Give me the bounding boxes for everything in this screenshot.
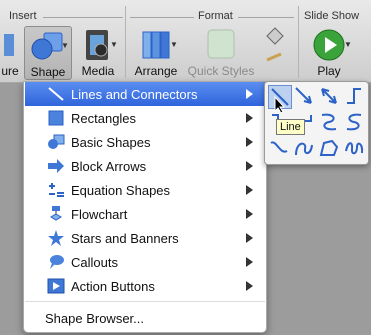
mouse-pointer-icon	[274, 96, 286, 114]
film-icon	[86, 30, 108, 60]
picture-icon	[4, 34, 14, 56]
group-title-insert: Insert	[9, 10, 37, 22]
divider	[298, 6, 299, 78]
group-line	[43, 17, 123, 18]
play-icon	[313, 29, 345, 61]
submenu-arrow-icon	[246, 257, 253, 267]
submenu-arrow-icon	[246, 185, 253, 195]
menu-item-lines-and-connectors[interactable]: Lines and Connectors	[25, 82, 265, 106]
fill-color-button[interactable]	[258, 26, 292, 78]
menu-item-label: Equation Shapes	[71, 183, 171, 198]
submenu-arrow-icon	[246, 281, 253, 291]
action-button-icon	[47, 278, 65, 294]
shape-browser-item[interactable]: Shape Browser...	[45, 311, 144, 326]
flowchart-icon	[50, 206, 62, 221]
menu-item-equation-shapes[interactable]: Equation Shapes	[25, 178, 265, 202]
submenu-arrow-icon	[246, 113, 253, 123]
arrange-button[interactable]: ▼ Arrange	[132, 26, 180, 78]
menu-item-label: Basic Shapes	[71, 135, 151, 150]
ribbon: Insert Format Slide Show ure ▼ Shape ▼ M…	[0, 0, 371, 83]
menu-item-label: Rectangles	[71, 111, 137, 126]
group-line	[130, 17, 194, 18]
curved-arrow-shape-icon[interactable]	[343, 111, 365, 133]
menu-separator	[25, 301, 265, 302]
submenu-arrow-icon	[246, 89, 253, 99]
curve-shape-icon[interactable]	[293, 137, 315, 159]
group-title-format: Format	[198, 10, 233, 22]
arrange-icon	[142, 31, 170, 59]
chevron-down-icon: ▼	[170, 40, 178, 49]
double-arrow-shape-icon[interactable]	[318, 85, 340, 107]
submenu-arrow-icon	[246, 161, 253, 171]
menu-item-label: Action Buttons	[71, 279, 155, 294]
quick-styles-icon	[207, 29, 235, 59]
group-line	[238, 17, 294, 18]
paint-bucket-icon	[265, 27, 285, 62]
arrow-shape-icon[interactable]	[293, 85, 315, 107]
menu-item-label: Flowchart	[71, 207, 128, 222]
media-button[interactable]: ▼ Media	[76, 26, 120, 78]
chevron-down-icon: ▼	[110, 40, 118, 49]
curved-connector-shape-icon[interactable]	[318, 111, 340, 133]
submenu-arrow-icon	[246, 137, 253, 147]
scribble-shape-icon[interactable]	[343, 137, 365, 159]
freeform-shape-icon[interactable]	[318, 137, 340, 159]
menu-item-callouts[interactable]: Callouts	[25, 250, 265, 274]
menu-item-label: Stars and Banners	[71, 231, 179, 246]
picture-button[interactable]: ure	[0, 26, 20, 78]
line-tooltip: Line	[276, 119, 305, 135]
chevron-down-icon: ▼	[344, 40, 352, 49]
shape-button-label: Shape	[30, 65, 66, 79]
menu-item-stars-and-banners[interactable]: Stars and Banners	[25, 226, 265, 250]
play-button-label: Play	[317, 64, 341, 78]
submenu-arrow-icon	[246, 233, 253, 243]
menu-item-action-buttons[interactable]: Action Buttons	[25, 274, 265, 298]
arrange-button-label: Arrange	[134, 64, 178, 78]
shape-menu: Lines and Connectors Rectangles Basic Sh…	[23, 81, 267, 333]
star-icon	[48, 230, 64, 246]
group-title-slideshow: Slide Show	[304, 10, 360, 22]
submenu-arrow-icon	[246, 209, 253, 219]
quick-styles-label: Quick Styles	[187, 64, 255, 78]
menu-item-basic-shapes[interactable]: Basic Shapes	[25, 130, 265, 154]
menu-item-label: Block Arrows	[71, 159, 147, 174]
menu-item-flowchart[interactable]: Flowchart	[25, 202, 265, 226]
elbow-connector-shape-icon[interactable]	[343, 85, 365, 107]
menu-item-rectangles[interactable]: Rectangles	[25, 106, 265, 130]
picture-button-label: ure	[1, 64, 19, 78]
block-arrow-icon	[48, 159, 64, 173]
curved-double-arrow-shape-icon[interactable]	[268, 137, 290, 159]
menu-item-label: Lines and Connectors	[71, 87, 198, 102]
shape-button[interactable]: ▼ Shape	[24, 26, 72, 80]
line-connector-icon	[48, 87, 64, 101]
chevron-down-icon: ▼	[61, 41, 69, 50]
media-button-label: Media	[81, 64, 115, 78]
basic-shapes-icon	[48, 134, 65, 149]
divider	[125, 6, 126, 78]
menu-item-label: Callouts	[71, 255, 118, 270]
callout-icon	[50, 255, 64, 269]
quick-styles-button[interactable]: Quick Styles	[186, 26, 256, 78]
rectangle-icon	[48, 110, 64, 126]
play-button[interactable]: ▼ Play	[304, 26, 354, 78]
menu-item-block-arrows[interactable]: Block Arrows	[25, 154, 265, 178]
equation-icon	[49, 183, 64, 197]
